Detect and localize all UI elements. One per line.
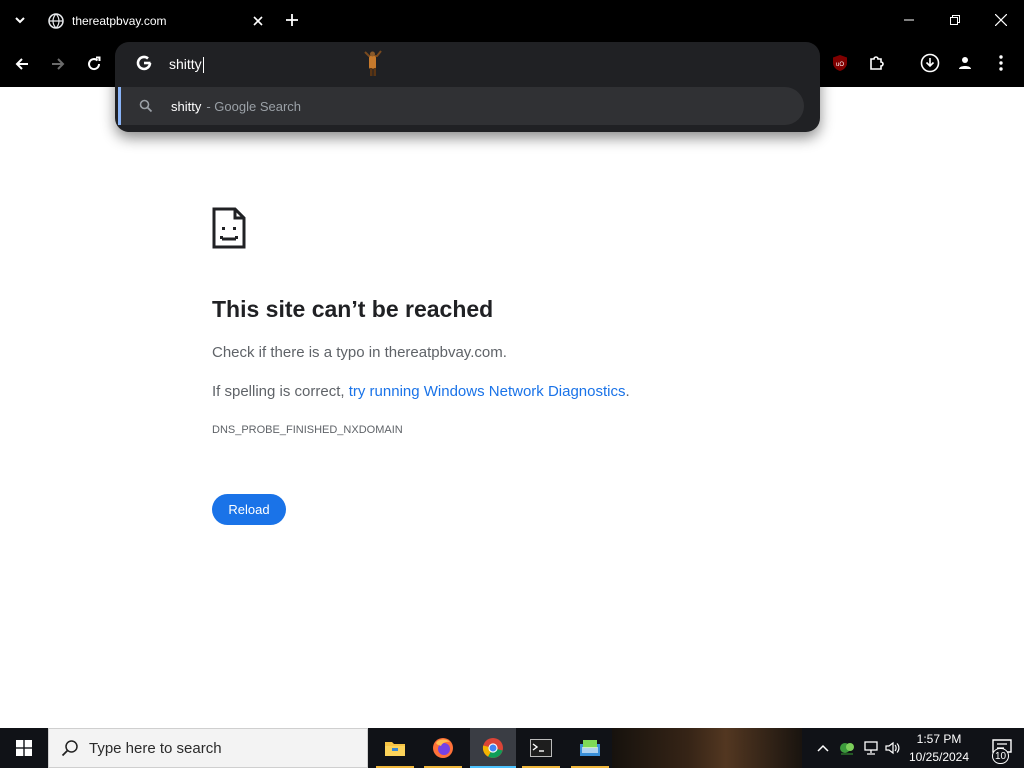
reload-button[interactable]: Reload — [212, 494, 286, 525]
ublock-extension-button[interactable]: uO — [827, 50, 853, 76]
new-tab-button[interactable] — [282, 10, 302, 30]
diagnostics-link[interactable]: try running Windows Network Diagnostics — [349, 383, 626, 400]
network-monitor-icon — [864, 741, 878, 755]
tab-title: thereatpbvay.com — [72, 14, 167, 28]
svg-text:uO: uO — [836, 62, 844, 68]
notification-count-badge: 10 — [992, 748, 1010, 764]
omnibox-popup: shitty shitty - Google Search — [115, 42, 820, 132]
clock-date: 10/25/2024 — [908, 750, 970, 764]
search-icon — [61, 740, 78, 757]
suggestion-source: - Google Search — [206, 98, 302, 114]
speaker-icon — [885, 741, 900, 755]
taskbar-app-terminal[interactable] — [518, 728, 564, 768]
broken-page-icon — [212, 207, 246, 249]
minimize-button[interactable] — [886, 0, 932, 40]
extensions-button[interactable] — [864, 50, 890, 76]
download-icon — [920, 53, 940, 73]
taskbar-wallpaper — [612, 728, 802, 768]
close-icon — [995, 14, 1007, 26]
forward-button[interactable] — [45, 51, 71, 77]
search-icon — [139, 99, 153, 113]
network-globe-icon — [840, 743, 854, 755]
app-icon — [580, 740, 600, 756]
arrow-left-icon — [15, 58, 28, 70]
tab-close-button[interactable] — [248, 11, 268, 31]
restore-icon — [950, 15, 960, 25]
reload-toolbar-button[interactable] — [81, 51, 107, 77]
clock-time: 1:57 PM — [916, 732, 962, 746]
chevron-down-icon — [15, 17, 25, 24]
address-bar-text: shitty — [169, 56, 202, 72]
person-icon — [959, 57, 971, 69]
error-code: DNS_PROBE_FINISHED_NXDOMAIN — [212, 424, 403, 436]
figure-doodle-icon — [364, 50, 382, 76]
error-title: This site can’t be reached — [212, 296, 494, 322]
typo-hint: Check if there is a typo in thereatpbvay… — [212, 344, 507, 361]
profile-button[interactable] — [952, 50, 978, 76]
tab-search-button[interactable] — [8, 8, 32, 32]
taskbar-app-other[interactable] — [567, 728, 613, 768]
browser-tab[interactable]: thereatpbvay.com — [38, 2, 274, 40]
chevron-up-icon — [817, 744, 829, 752]
taskbar-search-box[interactable]: Type here to search — [48, 728, 368, 768]
tray-app-icon[interactable] — [836, 728, 858, 768]
text-caret — [202, 57, 204, 74]
google-g-icon — [136, 55, 152, 71]
close-icon — [253, 16, 263, 26]
omnibox-suggestion[interactable]: shitty - Google Search — [118, 87, 804, 125]
network-tray-button[interactable] — [860, 728, 882, 768]
puzzle-icon — [870, 56, 884, 70]
diagnostics-prefix: If spelling is correct, — [212, 383, 349, 400]
windows-logo-icon — [16, 740, 32, 756]
firefox-icon — [433, 738, 453, 758]
arrow-right-icon — [52, 58, 65, 70]
downloads-button[interactable] — [917, 50, 943, 76]
start-button[interactable] — [0, 728, 48, 768]
plus-icon — [286, 14, 298, 26]
taskbar-search-placeholder: Type here to search — [89, 739, 222, 757]
taskbar-app-chrome[interactable] — [470, 728, 516, 768]
terminal-icon — [530, 739, 552, 757]
taskbar-app-firefox[interactable] — [420, 728, 466, 768]
diagnostics-suffix: . — [625, 383, 630, 400]
taskbar-app-file-explorer[interactable] — [372, 728, 418, 768]
chrome-icon — [482, 738, 503, 758]
show-hidden-icons-button[interactable] — [812, 728, 834, 768]
address-bar-input[interactable]: shitty — [169, 54, 204, 74]
refresh-icon — [88, 56, 101, 71]
suggestion-query: shitty — [171, 98, 202, 114]
volume-tray-button[interactable] — [882, 728, 904, 768]
ublock-shield-icon: uO — [833, 55, 847, 71]
back-button[interactable] — [9, 51, 35, 77]
minimize-icon — [904, 19, 914, 21]
taskbar-clock[interactable]: 1:57 PM 10/25/2024 — [902, 730, 976, 766]
restore-button[interactable] — [932, 0, 978, 40]
globe-icon — [48, 13, 64, 29]
close-window-button[interactable] — [978, 0, 1024, 40]
diagnostics-hint: If spelling is correct, try running Wind… — [212, 383, 630, 400]
menu-button[interactable] — [988, 50, 1014, 76]
more-vert-icon — [999, 55, 1003, 71]
file-explorer-icon — [385, 742, 405, 756]
